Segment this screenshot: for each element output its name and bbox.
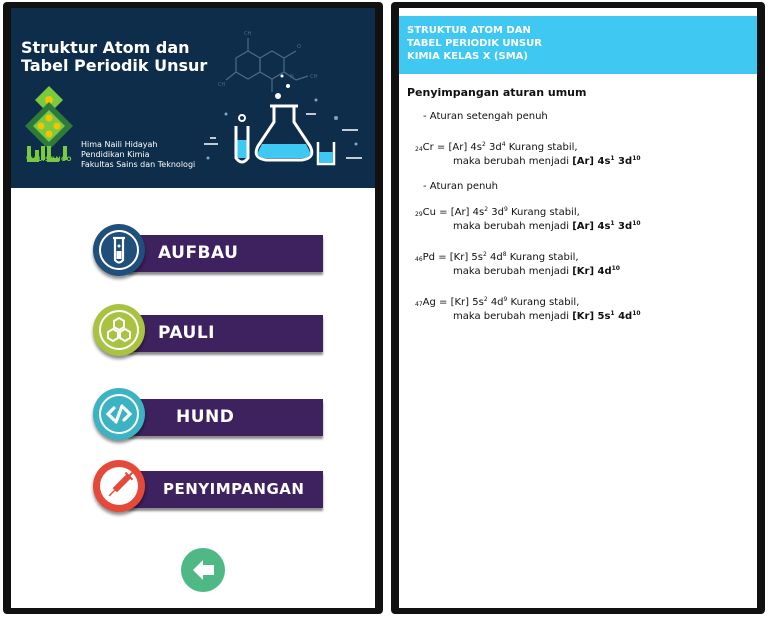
svg-text:CH: CH (244, 31, 251, 37)
pd-config-line: 46Pd = [Kr] 5s2 4d8 Kurang stabil, (415, 251, 579, 263)
right-screen: STRUKTUR ATOM DAN TABEL PERIODIK UNSUR K… (399, 8, 757, 608)
syringe-icon[interactable] (93, 460, 145, 512)
pauli-button-bar[interactable]: PAULI (128, 315, 323, 352)
test-tube-icon[interactable] (93, 224, 145, 276)
penyimpangan-button-bar[interactable]: PENYIMPANGAN (128, 471, 323, 508)
credit-faculty: Fakultas Sains dan Teknologi (81, 160, 196, 169)
chemistry-illustration: CH O N CH CH (204, 31, 362, 166)
credit-name: Hima Naili Hidayah (81, 140, 158, 149)
section-heading: Penyimpangan aturan umum (407, 86, 587, 99)
arrow-left-icon (193, 560, 214, 580)
hund-button-label: HUND (176, 407, 235, 427)
cu-config-line: 29Cu = [Ar] 4s2 3d9 Kurang stabil, (415, 206, 580, 218)
logo-text: WALISONGO (25, 156, 73, 163)
right-phone-frame: STRUKTUR ATOM DAN TABEL PERIODIK UNSUR K… (391, 2, 765, 614)
cr-result-line: maka berubah menjadi [Ar] 4s1 3d10 (453, 155, 641, 167)
app-title-line2: Tabel Periodik Unsur (21, 56, 208, 75)
rule-half-full: - Aturan setengah penuh (423, 111, 548, 122)
pd-result-line: maka berubah menjadi [Kr] 4d10 (453, 265, 620, 277)
header-line3: KIMIA KELAS X (SMA) (407, 51, 528, 62)
pauli-button[interactable]: PAULI (93, 302, 323, 362)
svg-text:CH: CH (218, 82, 225, 88)
rule-full: - Aturan penuh (423, 181, 498, 192)
svg-text:CH: CH (310, 74, 317, 80)
left-phone-frame: Struktur Atom dan Tabel Periodik Unsur W… (3, 2, 383, 614)
app-header: Struktur Atom dan Tabel Periodik Unsur W… (11, 8, 375, 188)
app-title-line1: Struktur Atom dan (21, 38, 190, 57)
aufbau-button-label: AUFBAU (158, 243, 239, 263)
cr-config-line: 24Cr = [Ar] 4s2 3d4 Kurang stabil, (415, 141, 578, 153)
content-header-title: STRUKTUR ATOM DAN TABEL PERIODIK UNSUR K… (407, 24, 542, 63)
content-header: STRUKTUR ATOM DAN TABEL PERIODIK UNSUR K… (399, 16, 757, 74)
author-credits: Hima Naili Hidayah Pendidikan Kimia Faku… (81, 140, 195, 170)
hexagon-molecule-icon[interactable] (93, 304, 145, 356)
penyimpangan-button[interactable]: PENYIMPANGAN (93, 458, 323, 518)
svg-text:N: N (290, 74, 294, 80)
header-line2: TABEL PERIODIK UNSUR (407, 38, 542, 49)
app-title: Struktur Atom dan Tabel Periodik Unsur (21, 39, 207, 75)
code-brackets-icon[interactable] (93, 388, 145, 440)
left-screen: Struktur Atom dan Tabel Periodik Unsur W… (11, 8, 375, 608)
pauli-button-label: PAULI (158, 323, 215, 343)
ag-result-line: maka berubah menjadi [Kr] 5s1 4d10 (453, 310, 641, 322)
credit-program: Pendidikan Kimia (81, 150, 150, 159)
hund-button-bar[interactable]: HUND (128, 399, 323, 436)
aufbau-button-bar[interactable]: AUFBAU (128, 235, 323, 272)
hund-button[interactable]: HUND (93, 386, 323, 446)
svg-text:O: O (297, 44, 301, 50)
ag-config-line: 47Ag = [Kr] 5s2 4d9 Kurang stabil, (415, 296, 580, 308)
cu-result-line: maka berubah menjadi [Ar] 4s1 3d10 (453, 220, 641, 232)
penyimpangan-button-label: PENYIMPANGAN (163, 480, 305, 498)
header-line1: STRUKTUR ATOM DAN (407, 25, 531, 36)
back-button[interactable] (181, 548, 225, 592)
aufbau-button[interactable]: AUFBAU (93, 222, 323, 282)
